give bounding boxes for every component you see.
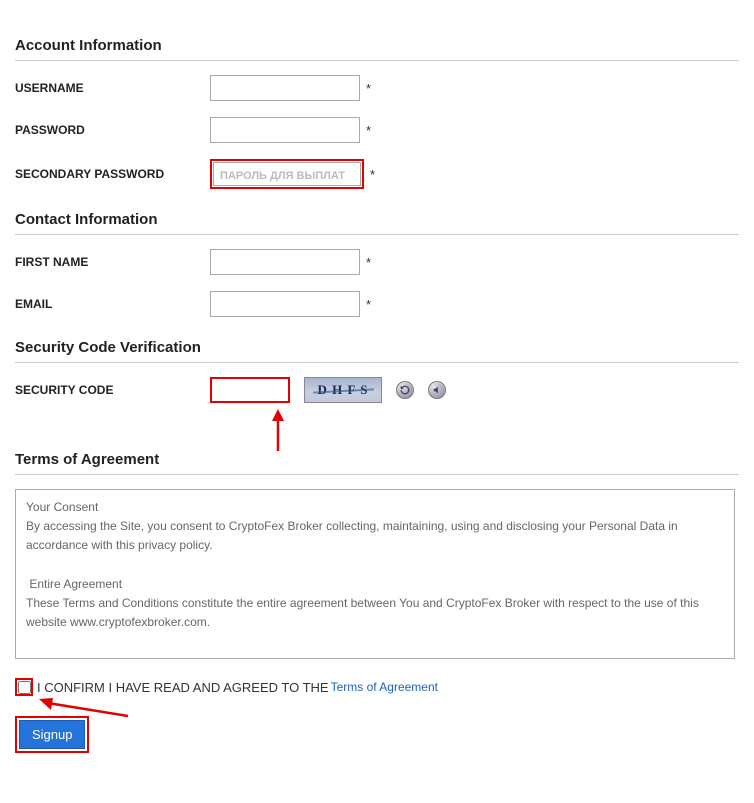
label-first-name: FIRST NAME xyxy=(15,255,210,269)
terms-textarea[interactable]: Your Consent By accessing the Site, you … xyxy=(15,489,735,659)
secondary-password-input[interactable] xyxy=(213,162,361,186)
arrow-to-checkbox-icon xyxy=(33,696,133,726)
confirm-text: I CONFIRM I HAVE READ AND AGREED TO THE xyxy=(37,680,329,695)
highlight-secondary-password xyxy=(210,159,364,189)
required-mark: * xyxy=(366,81,371,96)
label-security-code: SECURITY CODE xyxy=(15,383,210,397)
required-mark: * xyxy=(370,167,375,182)
confirm-checkbox[interactable] xyxy=(18,681,31,694)
password-input[interactable] xyxy=(210,117,360,143)
refresh-captcha-icon[interactable] xyxy=(396,381,414,399)
row-username: USERNAME * xyxy=(15,75,739,101)
row-first-name: FIRST NAME * xyxy=(15,249,739,275)
captcha-image: D H F S xyxy=(304,377,382,403)
row-email: EMAIL * xyxy=(15,291,739,317)
label-username: USERNAME xyxy=(15,81,210,95)
terms-link[interactable]: Terms of Agreement xyxy=(331,680,438,694)
section-header-account: Account Information xyxy=(15,37,739,61)
confirm-row: I CONFIRM I HAVE READ AND AGREED TO THE … xyxy=(15,678,739,696)
row-security-code: SECURITY CODE D H F S xyxy=(15,377,739,403)
section-header-contact: Contact Information xyxy=(15,211,739,235)
row-secondary-password: SECONDARY PASSWORD * xyxy=(15,159,739,189)
label-email: EMAIL xyxy=(15,297,210,311)
security-code-input[interactable] xyxy=(210,377,290,403)
username-input[interactable] xyxy=(210,75,360,101)
arrow-annotation-icon xyxy=(263,409,303,451)
highlight-confirm-checkbox xyxy=(15,678,33,696)
audio-captcha-icon[interactable] xyxy=(428,381,446,399)
label-secondary-password: SECONDARY PASSWORD xyxy=(15,167,210,181)
required-mark: * xyxy=(366,255,371,270)
email-input[interactable] xyxy=(210,291,360,317)
captcha-group: D H F S xyxy=(210,377,446,403)
required-mark: * xyxy=(366,123,371,138)
row-password: PASSWORD * xyxy=(15,117,739,143)
terms-section: Your Consent By accessing the Site, you … xyxy=(15,489,739,753)
section-header-security: Security Code Verification xyxy=(15,339,739,363)
section-header-terms: Terms of Agreement xyxy=(15,451,739,475)
label-password: PASSWORD xyxy=(15,123,210,137)
first-name-input[interactable] xyxy=(210,249,360,275)
required-mark: * xyxy=(366,297,371,312)
